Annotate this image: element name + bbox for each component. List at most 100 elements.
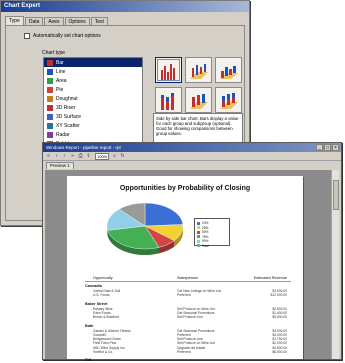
tab-preview[interactable]: Preview 1 [46,161,74,169]
report-page: Opportunities by Probability of Closing … [67,176,303,362]
row-revenue: $12,000.00 [270,293,287,298]
chart-type-label: Bar [56,59,64,66]
report-title: Opportunities by Probability of Closing [119,185,251,192]
chart-expert-title: Chart Expert [1,1,249,12]
doughnut-icon [47,95,53,102]
preview-tab-row: Preview 1 [43,161,341,169]
chart-type-label: Doughnut [56,95,78,102]
first-page-icon[interactable]: « [45,153,52,160]
last-page-icon[interactable]: » [69,153,76,160]
chart-type-item[interactable]: XY Scatter [44,121,142,130]
chart-type-label: 3D Surface [56,113,82,120]
3d-grouped-bar-icon [219,66,238,79]
subtype-3d-stacked-bar[interactable] [185,86,212,113]
subtype-side-by-side-bar[interactable] [155,57,182,83]
riser-icon [47,104,53,111]
stacked-bar-icon [160,92,174,110]
zoom-select[interactable]: 100% [95,152,109,160]
chart-type-item[interactable]: Doughnut [44,94,142,103]
tab-data[interactable]: Data [24,17,44,25]
chart-type-item[interactable]: Area [44,76,142,85]
chart-type-label: Radar [56,131,70,138]
prev-page-icon[interactable]: ‹ [53,153,60,160]
chart-type-label: Line [56,68,66,75]
row-revenue: $6,000.00 [272,349,287,354]
chart-expert-tabs: Type Data Axes Options Text [5,16,109,25]
bar-icon [47,59,53,66]
legend-label: 75% [202,234,209,239]
subtype-3d-grouped-bar[interactable] [215,57,242,83]
tab-text[interactable]: Text [90,17,108,25]
chart-type-label: Chart type [42,50,66,56]
preview-toolbar: « ‹ › » ⎙ ⇪ 100% ⌕ ↻ [43,152,341,161]
legend-swatch [197,239,200,243]
column-header-opportunity: Opportunity [93,276,113,280]
chart-type-item[interactable]: Bar [44,58,142,67]
column-header-revenue: Estimated Revenue [253,276,287,280]
legend-label: 10% [202,221,209,226]
vertical-scrollbar[interactable] [331,170,339,359]
preview-title: Windows Report - pipeline report - rpt [46,145,121,150]
legend-label: Total [202,243,209,248]
chart-type-label: XY Scatter [56,122,80,129]
window-buttons: _ □ × [315,144,339,151]
chart-type-item[interactable]: Radar [44,130,142,139]
auto-options-checkbox[interactable] [24,33,30,39]
legend-label: 90% [202,239,209,244]
row-salesperson: Sell Produce Line [177,315,203,320]
next-page-icon[interactable]: › [61,153,68,160]
export-icon[interactable]: ⇪ [85,153,92,160]
area-icon [47,77,53,84]
surface-icon [47,113,53,120]
scrollbar-thumb[interactable] [333,180,339,210]
chart-type-item[interactable]: 3D Surface [44,112,142,121]
maximize-icon[interactable]: □ [324,144,331,151]
chart-type-item[interactable]: Pie [44,85,142,94]
column-header-salesperson: Salesperson [177,276,199,280]
report-group: Baker Street Estuary Wine Sell Produce on … [85,302,291,320]
radar-icon [47,131,53,138]
print-icon[interactable]: ⎙ [77,153,84,160]
legend-swatch [197,235,200,239]
probability-pie-chart [106,202,184,255]
search-icon[interactable]: ⌕ [111,153,118,160]
tab-options[interactable]: Options [64,17,90,25]
row-salesperson: Preferred [177,293,191,298]
chart-type-label: Pie [56,86,64,93]
chart-type-item[interactable]: Line [44,67,142,76]
header-divider [85,281,291,282]
chart-type-description: Side by side bar chart. Bars display a v… [153,113,243,143]
subtype-3d-percent-bar[interactable] [215,86,242,113]
pie-slice [144,202,184,227]
tab-axes[interactable]: Axes [44,17,64,25]
report-group: TallCarbonate Unlimited Inc.Upgrade old … [85,358,291,363]
minimize-icon[interactable]: _ [316,144,323,151]
subtype-3d-bar[interactable] [185,57,212,83]
chart-type-item[interactable]: 3D Riser [44,103,142,112]
3d-percent-bar-icon [219,92,238,109]
legend-swatch [197,244,200,248]
close-icon[interactable]: × [332,144,339,151]
auto-options-row: Automatically set chart options [24,33,101,39]
preview-title-bar: Windows Report - pipeline report - rpt _… [43,143,341,152]
row-revenue: $5,000.00 [272,315,287,320]
document-area: Opportunities by Probability of Closing … [45,170,331,362]
legend-swatch [197,226,200,230]
subtype-stacked-bar[interactable] [155,86,182,113]
report-group: Cascadia Global Data & Soft Get New Listin… [85,284,291,298]
report-group: Bath Garden & Kitchen Fitness Get Seasonal… [85,324,291,355]
group-title: Tall [85,358,92,363]
row-salesperson: Preferred [177,349,191,354]
table-row: Brown & Bradford Sell Produce Line $5,000.… [85,315,291,319]
tab-type[interactable]: Type [5,16,24,25]
refresh-icon[interactable]: ↻ [119,153,126,160]
legend-swatch [197,221,200,225]
row-opportunity: Brown & Bradford [93,315,120,320]
3d-bar-icon [189,64,208,79]
legend-label: 50% [202,230,209,235]
table-row: U.S. Foods Preferred $12,000.00 [85,293,291,297]
chart-type-label: Area [56,77,67,84]
legend-swatch [197,230,200,234]
pie-icon [47,86,53,93]
legend-entry: Total [197,244,227,249]
